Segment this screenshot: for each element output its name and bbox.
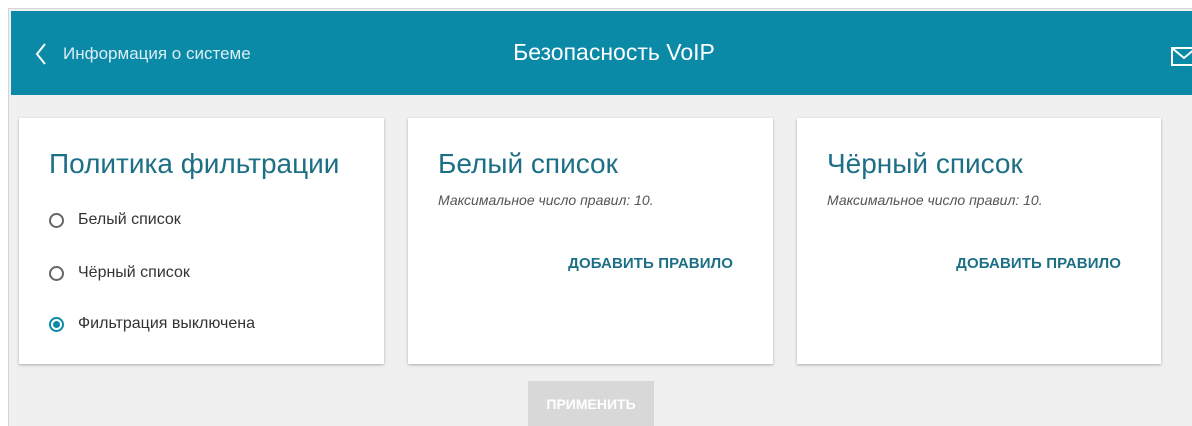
app-frame: Информация о системе Безопасность VoIP П…	[8, 8, 1192, 426]
blacklist-card: Чёрный список Максимальное число правил:…	[797, 118, 1161, 364]
radio-filter-off[interactable]: Фильтрация выключена	[49, 315, 255, 333]
radio-whitelist-label: Белый список	[78, 211, 181, 228]
radio-circle[interactable]	[49, 265, 64, 281]
whitelist-add-rule-button[interactable]: ДОБАВИТЬ ПРАВИЛО	[568, 255, 733, 272]
header-bar: Информация о системе Безопасность VoIP	[11, 11, 1192, 95]
page-title: Безопасность VoIP	[513, 39, 715, 65]
filter-policy-title: Политика фильтрации	[49, 148, 340, 179]
apply-button[interactable]: ПРИМЕНИТЬ	[528, 381, 654, 426]
filter-policy-card: Политика фильтрации Белый список Чёрный …	[19, 118, 384, 364]
blacklist-add-rule-button[interactable]: ДОБАВИТЬ ПРАВИЛО	[956, 255, 1121, 272]
radio-whitelist[interactable]: Белый список	[49, 211, 181, 229]
radio-circle-selected[interactable]	[49, 316, 64, 332]
envelope-icon[interactable]	[1171, 47, 1192, 72]
radio-blacklist[interactable]: Чёрный список	[49, 264, 190, 282]
radio-filter-off-label: Фильтрация выключена	[78, 315, 255, 332]
whitelist-title: Белый список	[438, 148, 618, 179]
whitelist-note: Максимальное число правил: 10.	[438, 192, 654, 208]
radio-circle[interactable]	[49, 212, 64, 228]
blacklist-note: Максимальное число правил: 10.	[827, 192, 1043, 208]
blacklist-title: Чёрный список	[827, 148, 1023, 179]
whitelist-card: Белый список Максимальное число правил: …	[408, 118, 773, 364]
radio-blacklist-label: Чёрный список	[78, 264, 190, 281]
